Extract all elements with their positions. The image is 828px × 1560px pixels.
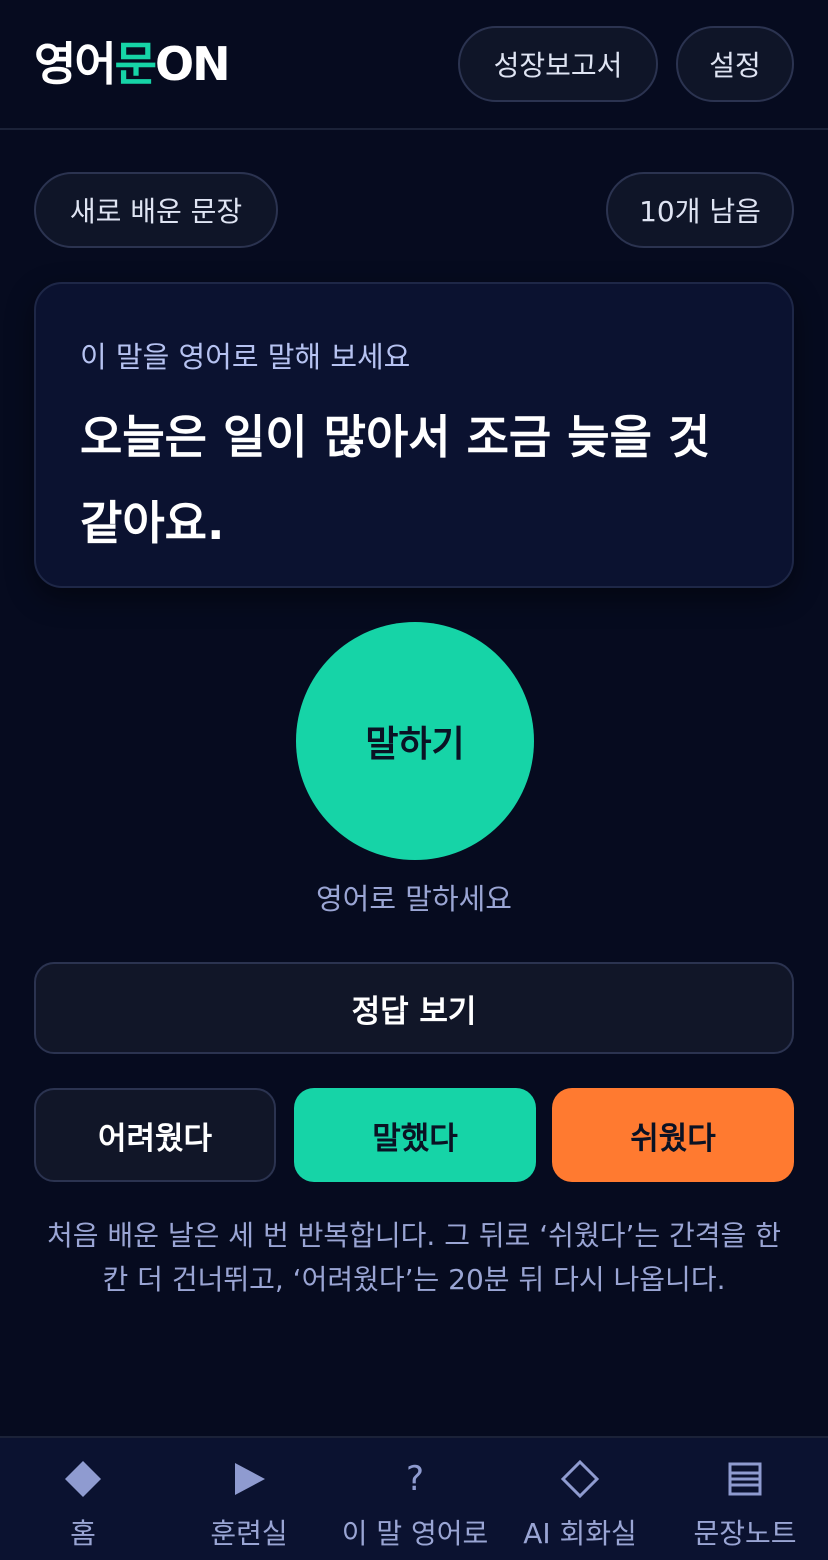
- app-logo[interactable]: 영어문ON: [34, 36, 231, 92]
- nav-item-home[interactable]: 홈: [16, 1438, 150, 1560]
- logo-part-3: ON: [154, 37, 231, 91]
- app-root: 영어문ON 성장보고서 설정 새로 배운 문장 10개 남음 이 말을 영어로 …: [0, 0, 828, 1560]
- speak-button[interactable]: 말하기: [296, 622, 534, 860]
- rate-easy-button[interactable]: 쉬웠다: [552, 1088, 794, 1182]
- mode-chip: 새로 배운 문장: [34, 172, 278, 248]
- remaining-count-chip: 10개 남음: [606, 172, 794, 248]
- settings-button[interactable]: 설정: [676, 26, 794, 102]
- logo-part-2: 문: [114, 37, 157, 91]
- nav-label-home: 홈: [70, 1517, 96, 1550]
- review-schedule-note: 처음 배운 날은 세 번 반복합니다. 그 뒤로 ‘쉬웠다’는 간격을 한 칸 …: [47, 1219, 781, 1296]
- rate-said-button[interactable]: 말했다: [294, 1088, 536, 1182]
- nav-label-sentence-notes: 문장노트: [693, 1517, 797, 1550]
- list-icon: [727, 1456, 763, 1502]
- diamond-outline-icon: [560, 1456, 600, 1502]
- nav-label-ai-conversation: AI 회화실: [523, 1517, 637, 1550]
- speak-caption: 영어로 말하세요: [316, 882, 512, 916]
- play-icon: [231, 1456, 267, 1502]
- nav-item-training[interactable]: 훈련실: [182, 1438, 316, 1560]
- show-answer-button[interactable]: 정답 보기: [34, 962, 794, 1054]
- nav-item-ai-conversation[interactable]: AI 회화실: [510, 1438, 650, 1560]
- bottom-nav: 홈 훈련실 ? 이 말 영어로 AI 회화실 문장노트: [0, 1436, 828, 1560]
- speak-button-label: 말하기: [365, 724, 465, 765]
- nav-label-training: 훈련실: [210, 1517, 288, 1550]
- rate-hard-button[interactable]: 어려웠다: [34, 1088, 276, 1182]
- nav-label-phrase: 이 말 영어로: [341, 1517, 489, 1550]
- nav-item-phrase[interactable]: ? 이 말 영어로: [330, 1438, 500, 1560]
- question-icon: ?: [405, 1459, 425, 1499]
- diamond-filled-icon: [63, 1456, 103, 1502]
- prompt-card: 이 말을 영어로 말해 보세요 오늘은 일이 많아서 조금 늦을 것 같아요.: [34, 282, 794, 588]
- prompt-sentence: 오늘은 일이 많아서 조금 늦을 것 같아요.: [80, 410, 711, 550]
- header: 영어문ON 성장보고서 설정: [0, 0, 828, 130]
- growth-report-button[interactable]: 성장보고서: [458, 26, 658, 102]
- logo-part-1: 영어: [34, 37, 117, 91]
- nav-item-sentence-notes[interactable]: 문장노트: [678, 1438, 812, 1560]
- prompt-hint: 이 말을 영어로 말해 보세요: [80, 340, 411, 374]
